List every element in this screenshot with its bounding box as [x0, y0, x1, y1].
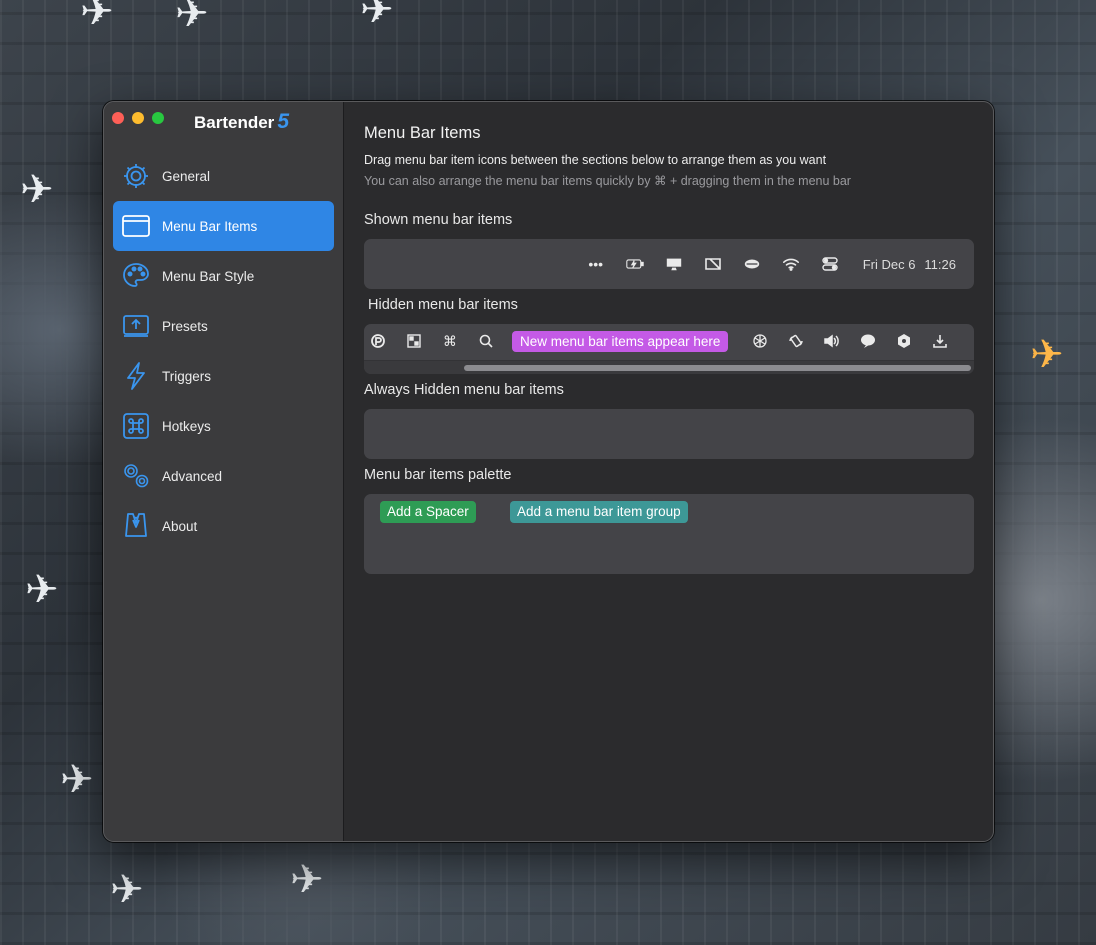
command-icon[interactable]: ⌘ [436, 331, 464, 351]
wallpaper-plane-icon: ✈ [290, 858, 324, 902]
app-brand: Bartender 5 [194, 110, 289, 134]
shield-icon[interactable] [890, 331, 918, 351]
sidebar-item-label: Hotkeys [162, 418, 211, 434]
control-center-icon[interactable] [818, 254, 842, 274]
sidebar-nav: General Menu Bar Items Menu Bar Style Pr… [113, 151, 334, 551]
menu-bar-clock[interactable]: Fri Dec 6 11:26 [863, 257, 956, 272]
sidebar-item-label: Presets [162, 318, 208, 334]
display-icon[interactable] [662, 254, 686, 274]
sidebar-item-label: Menu Bar Style [162, 268, 255, 284]
hidden-section-label: Hidden menu bar items [368, 297, 518, 313]
bartender-vest-icon [121, 511, 151, 541]
wallpaper-plane-icon: ✈ [60, 758, 94, 802]
window-controls [112, 112, 164, 124]
upload-tray-icon [121, 311, 151, 341]
bartender-window: Bartender 5 General Menu Bar Items Menu … [103, 101, 994, 842]
hidden-items-panel[interactable]: ⌘ New menu bar items appear here [364, 324, 974, 374]
sidebar-item-menu-bar-items[interactable]: Menu Bar Items [113, 201, 334, 251]
search-icon[interactable] [472, 331, 500, 351]
palette-icon [121, 261, 151, 291]
new-items-placeholder: New menu bar items appear here [512, 330, 729, 352]
page-hint: You can also arrange the menu bar items … [364, 174, 851, 188]
gear-icon [121, 161, 151, 191]
openai-icon[interactable] [746, 331, 774, 351]
clock-time: 11:26 [924, 256, 956, 272]
paste-app-icon[interactable] [364, 331, 392, 351]
sidebar-item-triggers[interactable]: Triggers [113, 351, 334, 401]
wallpaper-plane-icon: ✈ [1030, 333, 1064, 377]
always-hidden-items-panel[interactable] [364, 409, 974, 459]
wallpaper-plane-icon: ✈ [360, 0, 394, 32]
more-dots-icon[interactable]: ••• [584, 254, 608, 274]
wallpaper-plane-icon: ✈ [25, 568, 59, 612]
wifi-icon[interactable] [779, 254, 803, 274]
sidebar-item-advanced[interactable]: Advanced [113, 451, 334, 501]
wallpaper-plane-icon: ✈ [110, 868, 144, 912]
sidebar-item-label: Advanced [162, 468, 223, 484]
hidden-items-row: ⌘ New menu bar items appear here [364, 329, 954, 353]
clock-date: Fri Dec 6 [862, 256, 916, 272]
line-app-icon[interactable] [854, 331, 882, 351]
qr-icon[interactable] [400, 331, 428, 351]
page-description: Drag menu bar item icons between the sec… [364, 153, 827, 167]
wallpaper-plane-icon: ✈ [80, 0, 114, 34]
cloud-icon[interactable] [740, 254, 764, 274]
sidebar-item-label: Menu Bar Items [162, 218, 258, 234]
add-group-button[interactable]: Add a menu bar item group [510, 501, 688, 523]
hidden-items-scrollbar[interactable] [364, 360, 974, 374]
rotate-icon[interactable] [782, 331, 810, 351]
palette-section-label: Menu bar items palette [364, 467, 512, 483]
minimize-window-button[interactable] [132, 112, 144, 124]
download-tray-icon[interactable] [926, 331, 954, 351]
shown-items-row: ••• Fri Dec 6 11:26 [584, 239, 956, 289]
sidebar-item-about[interactable]: About [113, 501, 334, 551]
main-content: Menu Bar Items Drag menu bar item icons … [344, 102, 993, 841]
command-key-icon [121, 411, 151, 441]
sidebar-item-general[interactable]: General [113, 151, 334, 201]
palette-panel: Add a Spacer Add a menu bar item group [364, 494, 974, 574]
close-window-button[interactable] [112, 112, 124, 124]
sidebar-item-presets[interactable]: Presets [113, 301, 334, 351]
add-spacer-button[interactable]: Add a Spacer [380, 501, 476, 523]
wallpaper-plane-icon: ✈ [20, 168, 54, 212]
sidebar: Bartender 5 General Menu Bar Items Menu … [104, 102, 344, 841]
battery-icon[interactable] [623, 254, 647, 274]
shown-section-label: Shown menu bar items [364, 212, 513, 228]
scrollbar-thumb[interactable] [464, 365, 971, 371]
wallpaper-plane-icon: ✈ [175, 0, 209, 36]
stage-manager-icon[interactable] [701, 254, 725, 274]
sidebar-item-menu-bar-style[interactable]: Menu Bar Style [113, 251, 334, 301]
shown-items-panel[interactable]: ••• Fri Dec 6 11:26 [364, 239, 974, 289]
app-name: Bartender [194, 113, 275, 132]
window-icon [121, 211, 151, 241]
lightning-icon [121, 361, 151, 391]
page-title: Menu Bar Items [364, 124, 481, 142]
always-hidden-section-label: Always Hidden menu bar items [364, 382, 564, 398]
sidebar-item-label: Triggers [162, 368, 212, 384]
app-version: 5 [277, 110, 289, 133]
sidebar-item-label: General [162, 168, 211, 184]
sidebar-item-hotkeys[interactable]: Hotkeys [113, 401, 334, 451]
gears-icon [121, 461, 151, 491]
sidebar-item-label: About [162, 518, 198, 534]
zoom-window-button[interactable] [152, 112, 164, 124]
volume-icon[interactable] [818, 331, 846, 351]
